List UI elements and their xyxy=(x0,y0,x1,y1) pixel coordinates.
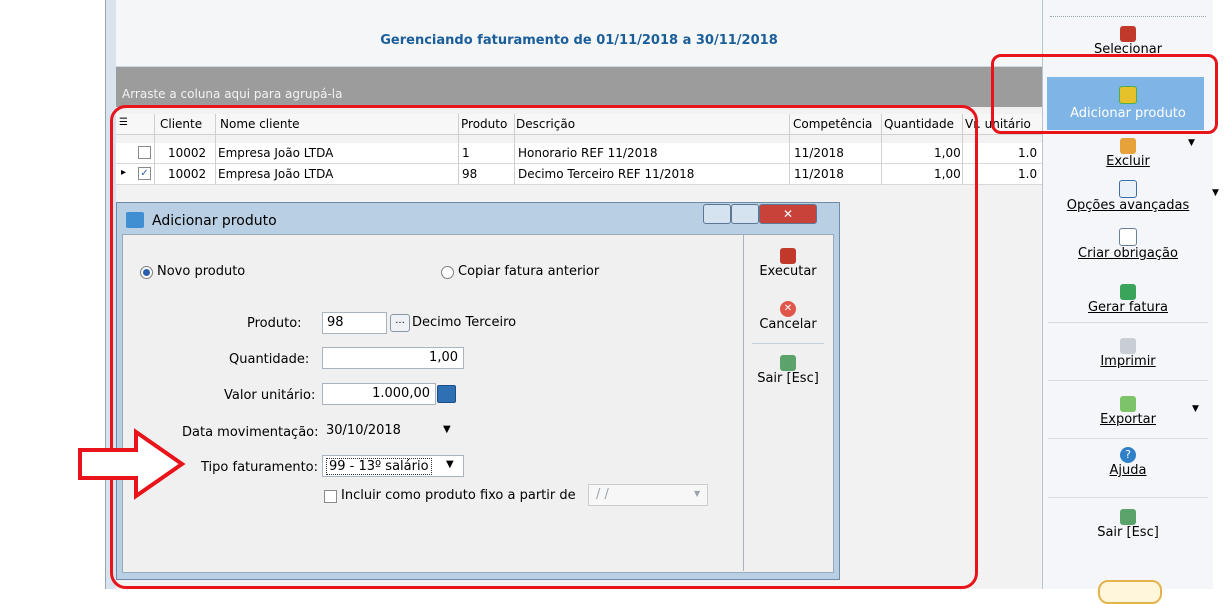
produto-value: 98 xyxy=(327,315,344,330)
dialog-divider xyxy=(743,235,744,571)
ajuda-button[interactable]: ? Ajuda xyxy=(1050,447,1206,478)
red-arrow-annotation xyxy=(78,428,186,500)
browse-product-button[interactable]: ... xyxy=(390,314,410,332)
tipo-faturamento-value: 99 - 13º salário xyxy=(326,458,432,475)
cancelar-button[interactable]: ✕ Cancelar xyxy=(748,301,828,332)
toolbar-top-grip xyxy=(1050,16,1206,17)
executar-label: Executar xyxy=(759,264,817,279)
valor-unitario-label: Valor unitário: xyxy=(224,388,316,403)
dialog-sair-label: Sair [Esc] xyxy=(757,371,819,386)
exportar-dropdown-icon[interactable]: ▼ xyxy=(1192,404,1199,414)
data-movimentacao-label: Data movimentação: xyxy=(182,425,319,440)
incluir-produto-fixo-label: Incluir como produto fixo a partir de xyxy=(341,488,576,503)
page-title: Gerenciando faturamento de 01/11/2018 a … xyxy=(380,33,778,48)
cancel-icon: ✕ xyxy=(780,301,796,317)
imprimir-button[interactable]: Imprimir xyxy=(1050,338,1206,369)
imprimir-label: Imprimir xyxy=(1100,354,1156,369)
excluir-button[interactable]: Excluir xyxy=(1050,138,1206,169)
toolbar-separator xyxy=(1048,322,1208,323)
dialog-sair-button[interactable]: Sair [Esc] xyxy=(748,355,828,386)
excluir-label: Excluir xyxy=(1106,154,1150,169)
radio-copiar-fatura[interactable] xyxy=(441,266,454,279)
incluir-produto-fixo-checkbox[interactable] xyxy=(324,490,337,503)
incluir-date-value: / / xyxy=(596,487,609,502)
produto-label: Produto: xyxy=(247,316,302,331)
opcoes-dropdown-icon[interactable]: ▼ xyxy=(1212,188,1219,198)
cell-vr-unitario: 1.0 xyxy=(1018,167,1038,181)
dialog-body xyxy=(122,234,834,573)
cancelar-label: Cancelar xyxy=(759,317,817,332)
selecionar-button[interactable]: Selecionar xyxy=(1050,26,1206,57)
excluir-dropdown-icon[interactable]: ▼ xyxy=(1188,138,1195,148)
radio-copiar-fatura-label: Copiar fatura anterior xyxy=(458,264,600,279)
produto-description: Decimo Terceiro xyxy=(412,315,517,330)
invoice-icon xyxy=(1120,284,1136,300)
maximize-button[interactable] xyxy=(731,204,759,224)
export-icon xyxy=(1120,396,1136,412)
dialog-button-separator xyxy=(752,343,824,344)
exit-icon xyxy=(1120,509,1136,525)
select-icon xyxy=(1120,26,1136,42)
app-icon xyxy=(126,212,144,228)
document-icon xyxy=(1119,228,1137,246)
gerar-fatura-button[interactable]: Gerar fatura xyxy=(1050,284,1206,315)
data-movimentacao-value: 30/10/2018 xyxy=(326,423,401,438)
radio-selected-dot xyxy=(143,269,150,276)
valor-unitario-value: 1.000,00 xyxy=(372,386,430,401)
dialog-title: Adicionar produto xyxy=(152,213,277,229)
toolbar-separator xyxy=(1048,497,1208,498)
cell-vr-unitario: 1.0 xyxy=(1018,146,1038,160)
sair-button[interactable]: Sair [Esc] xyxy=(1050,509,1206,540)
executar-button[interactable]: Executar xyxy=(748,248,828,279)
tipo-dropdown-icon[interactable]: ▼ xyxy=(446,459,454,470)
criar-obrigacao-button[interactable]: Criar obrigação xyxy=(1050,228,1206,261)
execute-icon xyxy=(780,248,796,264)
sair-label: Sair [Esc] xyxy=(1097,525,1159,540)
calculator-icon[interactable] xyxy=(437,385,456,403)
delete-icon xyxy=(1120,138,1136,154)
gerar-fatura-label: Gerar fatura xyxy=(1087,300,1169,315)
tipo-faturamento-label: Tipo faturamento: xyxy=(201,460,319,475)
exportar-button[interactable]: Exportar xyxy=(1050,396,1206,427)
incluir-date-dropdown-icon[interactable]: ▼ xyxy=(694,489,700,498)
toolbar-separator xyxy=(1048,438,1208,439)
opcoes-avancadas-button[interactable]: Opções avançadas xyxy=(1050,180,1206,213)
close-icon[interactable]: ✕ xyxy=(759,204,817,224)
ajuda-label: Ajuda xyxy=(1109,463,1147,478)
quantidade-label: Quantidade: xyxy=(229,352,310,367)
printer-icon xyxy=(1120,338,1136,354)
toolbar-separator xyxy=(1048,380,1208,381)
exit-icon xyxy=(780,355,796,371)
help-icon: ? xyxy=(1120,447,1136,463)
highlight-add-button-annotation xyxy=(991,54,1218,134)
quantidade-value: 1,00 xyxy=(429,350,458,365)
criar-obrigacao-label: Criar obrigação xyxy=(1078,246,1178,261)
exportar-label: Exportar xyxy=(1100,412,1156,427)
bottom-badge xyxy=(1098,580,1162,604)
minimize-button[interactable] xyxy=(703,204,731,224)
opcoes-avancadas-label: Opções avançadas xyxy=(1066,198,1190,213)
advanced-options-icon xyxy=(1119,180,1137,198)
radio-novo-produto-label: Novo produto xyxy=(157,264,246,279)
date-dropdown-icon[interactable]: ▼ xyxy=(443,424,451,435)
group-by-hint: Arraste a coluna aqui para agrupá-la xyxy=(122,87,343,101)
